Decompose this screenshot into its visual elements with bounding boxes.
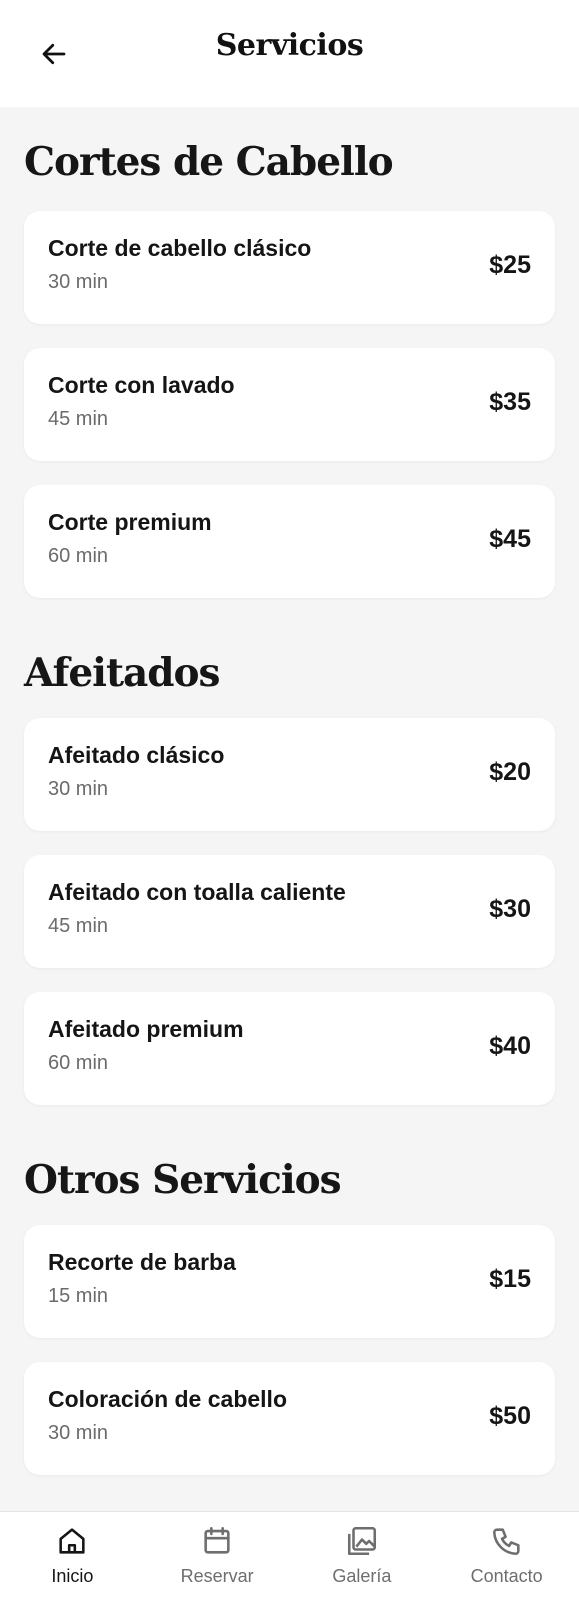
service-price: $50 xyxy=(489,1402,531,1430)
service-card[interactable]: Recorte de barba 15 min $15 xyxy=(24,1225,555,1338)
service-duration: 30 min xyxy=(48,778,109,800)
service-duration: 45 min xyxy=(48,408,109,430)
page-title: Servicios xyxy=(215,28,364,63)
service-price: $35 xyxy=(489,388,531,416)
service-card[interactable]: Coloración de cabello 30 min $50 xyxy=(24,1362,555,1475)
service-price: $40 xyxy=(489,1032,531,1060)
service-card[interactable]: Afeitado con toalla caliente 45 min $30 xyxy=(24,855,555,968)
section-title-afeitados: Afeitados xyxy=(24,650,221,696)
service-name: Afeitado con toalla caliente xyxy=(48,879,346,905)
top-app-bar: Servicios xyxy=(0,0,579,107)
calendar-icon xyxy=(204,1526,230,1554)
service-duration: 30 min xyxy=(48,1422,109,1444)
service-duration: 15 min xyxy=(48,1285,109,1307)
gallery-icon xyxy=(347,1526,376,1556)
nav-item-inicio[interactable]: Inicio xyxy=(0,1512,145,1600)
service-name: Afeitado premium xyxy=(48,1016,244,1042)
section-title-otros: Otros Servicios xyxy=(24,1157,342,1203)
nav-item-galeria[interactable]: Galería xyxy=(290,1512,435,1600)
service-card[interactable]: Corte premium 60 min $45 xyxy=(24,485,555,598)
bottom-navigation: Inicio Reservar Galería Contacto xyxy=(0,1511,579,1600)
service-duration: 30 min xyxy=(48,271,109,293)
nav-label: Reservar xyxy=(180,1566,254,1586)
service-price: $30 xyxy=(489,895,531,923)
nav-label: Galería xyxy=(332,1566,392,1586)
service-name: Afeitado clásico xyxy=(48,742,225,768)
service-duration: 45 min xyxy=(48,915,109,937)
nav-label: Inicio xyxy=(51,1566,94,1586)
service-price: $45 xyxy=(489,525,531,553)
section-title-cortes: Cortes de Cabello xyxy=(24,139,394,185)
service-card[interactable]: Afeitado premium 60 min $40 xyxy=(24,992,555,1105)
service-price: $15 xyxy=(489,1265,531,1293)
service-price: $20 xyxy=(489,758,531,786)
service-card[interactable]: Corte de cabello clásico 30 min $25 xyxy=(24,211,555,324)
service-duration: 60 min xyxy=(48,1052,109,1074)
home-icon xyxy=(59,1528,85,1554)
service-name: Recorte de barba xyxy=(48,1249,236,1275)
service-name: Corte de cabello clásico xyxy=(48,235,312,261)
services-list: Cortes de Cabello Corte de cabello clási… xyxy=(24,107,555,1499)
service-card[interactable]: Afeitado clásico 30 min $20 xyxy=(24,718,555,831)
nav-item-contacto[interactable]: Contacto xyxy=(434,1512,579,1600)
nav-label: Contacto xyxy=(470,1566,543,1586)
service-name: Coloración de cabello xyxy=(48,1386,287,1412)
service-price: $25 xyxy=(489,251,531,279)
service-duration: 60 min xyxy=(48,545,109,567)
service-name: Corte con lavado xyxy=(48,372,235,398)
phone-icon xyxy=(492,1528,520,1556)
nav-item-reservar[interactable]: Reservar xyxy=(145,1512,290,1600)
service-card[interactable]: Corte con lavado 45 min $35 xyxy=(24,348,555,461)
service-name: Corte premium xyxy=(48,509,212,535)
